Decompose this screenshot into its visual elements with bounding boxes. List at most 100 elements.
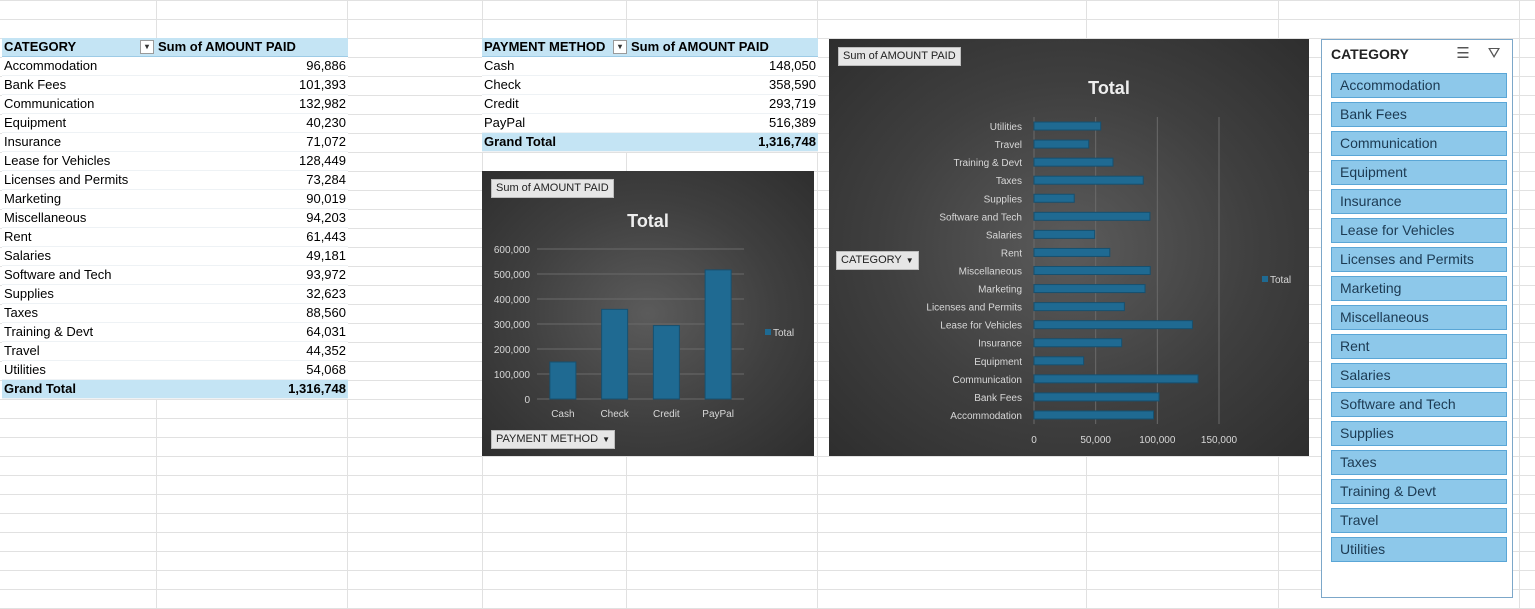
slicer-item-list: Accommodation Bank Fees Communication Equip… (1331, 73, 1507, 566)
pivot-row-value: 148,050 (628, 56, 818, 76)
pivot-row-value: 101,393 (156, 75, 348, 95)
pivot-row[interactable]: PayPal 516,389 (482, 113, 818, 133)
pivot-row[interactable]: Taxes 88,560 (2, 303, 348, 323)
slicer-item[interactable]: Accommodation (1331, 73, 1507, 98)
slicer-item[interactable]: Rent (1331, 334, 1507, 359)
axis-field-button[interactable]: PAYMENT METHOD ▼ (491, 430, 615, 449)
pivot-row[interactable]: Equipment 40,230 (2, 113, 348, 133)
multi-select-icon[interactable]: ☰ (1454, 45, 1472, 63)
bar (1033, 284, 1146, 294)
axis-field-button[interactable]: CATEGORY ▼ (836, 251, 919, 270)
pivot-row[interactable]: Licenses and Permits 73,284 (2, 170, 348, 190)
slicer-item[interactable]: Utilities (1331, 537, 1507, 562)
slicer-item[interactable]: Communication (1331, 131, 1507, 156)
x-tick-label: Credit (653, 409, 680, 420)
pivot-header-row: PAYMENT METHOD ▾ Sum of AMOUNT PAID (482, 38, 818, 57)
pivot-row[interactable]: Cash 148,050 (482, 56, 818, 76)
pivot-row-label: PayPal (482, 113, 629, 133)
slicer-item[interactable]: Travel (1331, 508, 1507, 533)
pivot-row[interactable]: Accommodation 96,886 (2, 56, 348, 76)
x-tick-label: 0 (1031, 435, 1037, 446)
pivot-row-value: 93,972 (156, 265, 348, 285)
pivot-row[interactable]: Marketing 90,019 (2, 189, 348, 209)
slicer-item[interactable]: Insurance (1331, 189, 1507, 214)
category-slicer[interactable]: CATEGORY ☰ ⛛ Accommodation Bank Fees Commu… (1321, 39, 1513, 598)
pivot-row-label: Utilities (2, 360, 156, 380)
sort-filter-dropdown-icon[interactable]: ▾ (140, 40, 154, 54)
category-pivot-chart[interactable]: Total 0 50,000 100,000 150,000 Accommodation B… (829, 39, 1309, 456)
pivot-row-value: 128,449 (156, 151, 348, 171)
pivot-row[interactable]: Insurance 71,072 (2, 132, 348, 152)
bar (1033, 410, 1154, 420)
pivot-row[interactable]: Rent 61,443 (2, 227, 348, 247)
pivot-row[interactable]: Miscellaneous 94,203 (2, 208, 348, 228)
pivot-row-label: Cash (482, 56, 629, 76)
bar (1033, 320, 1193, 330)
pivot-row-value: 96,886 (156, 56, 348, 76)
pivot-row[interactable]: Communication 132,982 (2, 94, 348, 114)
pivot-row-label: Salaries (2, 246, 156, 266)
chart-title: Total (1088, 78, 1130, 98)
slicer-item[interactable]: Lease for Vehicles (1331, 218, 1507, 243)
pivot-row[interactable]: Travel 44,352 (2, 341, 348, 361)
slicer-item[interactable]: Marketing (1331, 276, 1507, 301)
filter-dropdown-icon[interactable]: ▾ (612, 39, 627, 54)
pivot-grand-total-row: Grand Total 1,316,748 (482, 132, 818, 152)
slicer-item[interactable]: Licenses and Permits (1331, 247, 1507, 272)
pivot-header-method-label: PAYMENT METHOD (484, 39, 606, 54)
y-tick-label: 600,000 (494, 245, 531, 256)
pivot-row-label: Licenses and Permits (2, 170, 156, 190)
pivot-row-value: 71,072 (156, 132, 348, 152)
slicer-title: CATEGORY (1331, 46, 1409, 62)
category-pivot-table[interactable]: CATEGORY ▾ Sum of AMOUNT PAID Accommodat… (2, 38, 348, 399)
bar (652, 325, 680, 400)
slicer-item[interactable]: Bank Fees (1331, 102, 1507, 127)
value-field-button[interactable]: Sum of AMOUNT PAID (491, 179, 614, 198)
pivot-row-label: Check (482, 75, 629, 95)
y-tick-label: Taxes (996, 176, 1022, 187)
pivot-row-value: 54,068 (156, 360, 348, 380)
y-tick-label: 0 (524, 395, 530, 406)
pivot-row[interactable]: Credit 293,719 (482, 94, 818, 114)
slicer-item[interactable]: Equipment (1331, 160, 1507, 185)
slicer-item[interactable]: Salaries (1331, 363, 1507, 388)
y-tick-label: Bank Fees (974, 393, 1022, 404)
grand-total-label: Grand Total (482, 132, 629, 152)
axis-field-button-label: PAYMENT METHOD (496, 433, 599, 445)
pivot-row-value: 44,352 (156, 341, 348, 361)
y-tick-label: 400,000 (494, 295, 531, 306)
slicer-item[interactable]: Software and Tech (1331, 392, 1507, 417)
x-tick-label: PayPal (702, 409, 734, 420)
legend-label: Total (1270, 275, 1291, 286)
pivot-row-value: 90,019 (156, 189, 348, 209)
pivot-row[interactable]: Bank Fees 101,393 (2, 75, 348, 95)
slicer-item[interactable]: Supplies (1331, 421, 1507, 446)
legend-label: Total (773, 328, 794, 339)
pivot-row-value: 293,719 (628, 94, 818, 114)
pivot-row[interactable]: Check 358,590 (482, 75, 818, 95)
x-tick-label: 100,000 (1139, 435, 1176, 446)
y-tick-label: Supplies (984, 194, 1022, 205)
pivot-row[interactable]: Training & Devt 64,031 (2, 322, 348, 342)
grand-total-value: 1,316,748 (628, 132, 818, 152)
pivot-row[interactable]: Software and Tech 93,972 (2, 265, 348, 285)
bar (1033, 175, 1144, 185)
slicer-item[interactable]: Training & Devt (1331, 479, 1507, 504)
legend-swatch (765, 329, 771, 335)
slicer-item[interactable]: Miscellaneous (1331, 305, 1507, 330)
pivot-header-method[interactable]: PAYMENT METHOD ▾ (482, 38, 629, 57)
pivot-row[interactable]: Supplies 32,623 (2, 284, 348, 304)
value-field-button[interactable]: Sum of AMOUNT PAID (838, 47, 961, 66)
x-tick-label: Cash (551, 409, 574, 420)
payment-pivot-chart[interactable]: Total 0 100,000 200,000 300,000 400,000 500,00… (482, 171, 814, 456)
clear-filter-icon[interactable]: ⛛ (1485, 45, 1503, 63)
y-tick-label: Utilities (990, 122, 1022, 133)
y-tick-label: 500,000 (494, 270, 531, 281)
pivot-row-value: 61,443 (156, 227, 348, 247)
pivot-header-category[interactable]: CATEGORY ▾ (2, 38, 156, 57)
pivot-row[interactable]: Salaries 49,181 (2, 246, 348, 266)
slicer-item[interactable]: Taxes (1331, 450, 1507, 475)
pivot-row[interactable]: Utilities 54,068 (2, 360, 348, 380)
payment-pivot-table[interactable]: PAYMENT METHOD ▾ Sum of AMOUNT PAID Cash… (482, 38, 818, 152)
pivot-row[interactable]: Lease for Vehicles 128,449 (2, 151, 348, 171)
